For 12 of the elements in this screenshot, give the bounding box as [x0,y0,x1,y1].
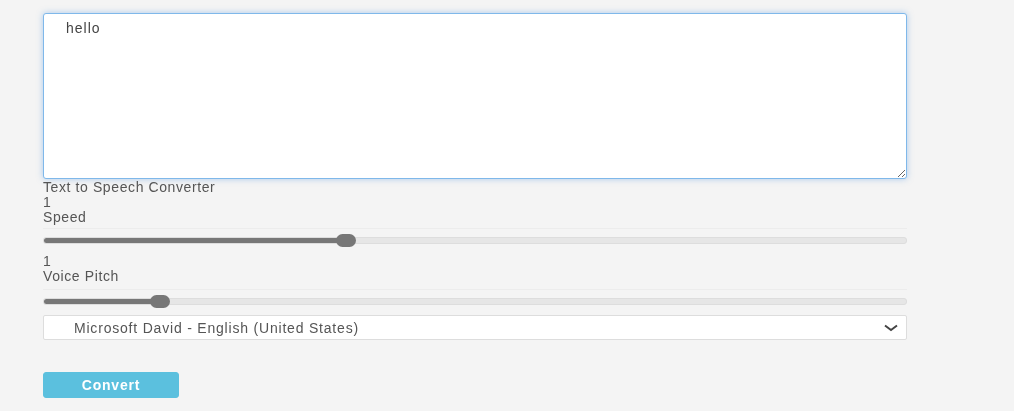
voice-select[interactable]: Microsoft David - English (United States) [43,315,907,340]
app-title: Text to Speech Converter [43,180,217,195]
slider-thumb[interactable] [335,233,356,247]
slider-label: Voice Pitch [43,269,120,284]
slider-thumb[interactable] [150,294,171,308]
slider-reading: 1 [43,254,53,269]
chevron-down-icon [884,323,898,332]
slider-track[interactable] [43,297,907,305]
slider-reading: 1 [43,195,53,210]
slider-track[interactable] [43,236,907,244]
text-input-field[interactable]: hello [43,13,907,179]
slider-label: Speed [43,210,88,225]
